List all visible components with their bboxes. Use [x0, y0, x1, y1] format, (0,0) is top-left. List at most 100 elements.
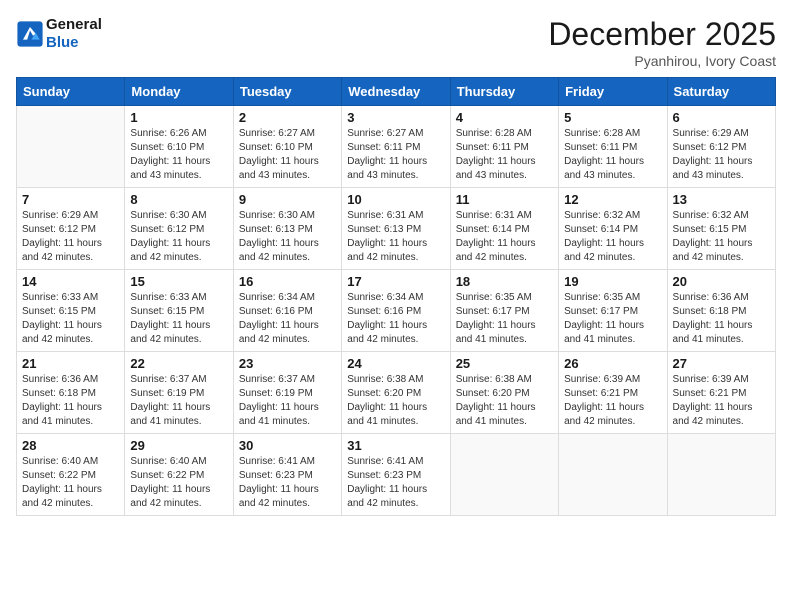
- day-number: 22: [130, 356, 227, 371]
- day-number: 4: [456, 110, 553, 125]
- day-info: Sunrise: 6:35 AMSunset: 6:17 PMDaylight:…: [564, 291, 661, 347]
- day-number: 30: [239, 438, 336, 453]
- day-number: 17: [347, 274, 444, 289]
- day-number: 8: [130, 192, 227, 207]
- day-info: Sunrise: 6:41 AMSunset: 6:23 PMDaylight:…: [239, 455, 336, 511]
- calendar-cell: 14Sunrise: 6:33 AMSunset: 6:15 PMDayligh…: [17, 270, 125, 352]
- day-number: 13: [673, 192, 770, 207]
- day-number: 26: [564, 356, 661, 371]
- day-info: Sunrise: 6:26 AMSunset: 6:10 PMDaylight:…: [130, 127, 227, 183]
- calendar-cell: 20Sunrise: 6:36 AMSunset: 6:18 PMDayligh…: [667, 270, 775, 352]
- day-info: Sunrise: 6:41 AMSunset: 6:23 PMDaylight:…: [347, 455, 444, 511]
- day-number: 27: [673, 356, 770, 371]
- day-info: Sunrise: 6:30 AMSunset: 6:12 PMDaylight:…: [130, 209, 227, 265]
- day-info: Sunrise: 6:29 AMSunset: 6:12 PMDaylight:…: [22, 209, 119, 265]
- day-info: Sunrise: 6:34 AMSunset: 6:16 PMDaylight:…: [239, 291, 336, 347]
- calendar-cell: [17, 106, 125, 188]
- calendar-cell: 24 Sunrise: 6:38 AMSunset: 6:20 PMDayligh…: [342, 352, 450, 434]
- calendar-cell: 15 Sunrise: 6:33 AMSunset: 6:15 PMDayligh…: [125, 270, 233, 352]
- logo-line1: General: [46, 16, 102, 34]
- day-number: 24: [347, 356, 444, 371]
- week-row-1: 1 Sunrise: 6:26 AMSunset: 6:10 PMDaylight…: [17, 106, 776, 188]
- calendar-cell: 25 Sunrise: 6:38 AMSunset: 6:20 PMDayligh…: [450, 352, 558, 434]
- day-info: Sunrise: 6:31 AMSunset: 6:14 PMDaylight:…: [456, 209, 553, 265]
- month-title: December 2025: [548, 16, 776, 53]
- day-info: Sunrise: 6:40 AMSunset: 6:22 PMDaylight:…: [130, 455, 227, 511]
- calendar-cell: 2 Sunrise: 6:27 AMSunset: 6:10 PMDaylight…: [233, 106, 341, 188]
- day-info: Sunrise: 6:34 AMSunset: 6:16 PMDaylight:…: [347, 291, 444, 347]
- calendar-cell: 29 Sunrise: 6:40 AMSunset: 6:22 PMDayligh…: [125, 434, 233, 516]
- calendar-cell: [667, 434, 775, 516]
- day-info: Sunrise: 6:27 AMSunset: 6:11 PMDaylight:…: [347, 127, 444, 183]
- day-number: 6: [673, 110, 770, 125]
- day-number: 18: [456, 274, 553, 289]
- day-info: Sunrise: 6:32 AMSunset: 6:14 PMDaylight:…: [564, 209, 661, 265]
- column-header-wednesday: Wednesday: [342, 78, 450, 106]
- location: Pyanhirou, Ivory Coast: [548, 53, 776, 69]
- calendar-cell: 17 Sunrise: 6:34 AMSunset: 6:16 PMDayligh…: [342, 270, 450, 352]
- day-number: 1: [130, 110, 227, 125]
- calendar-cell: 22 Sunrise: 6:37 AMSunset: 6:19 PMDayligh…: [125, 352, 233, 434]
- day-info: Sunrise: 6:35 AMSunset: 6:17 PMDaylight:…: [456, 291, 553, 347]
- day-number: 9: [239, 192, 336, 207]
- week-row-4: 21 Sunrise: 6:36 AMSunset: 6:18 PMDayligh…: [17, 352, 776, 434]
- day-info: Sunrise: 6:33 AMSunset: 6:15 PMDaylight:…: [130, 291, 227, 347]
- week-row-3: 14 Sunrise: 6:33 AMSunset: 6:15 PMDayligh…: [17, 270, 776, 352]
- day-info: Sunrise: 6:30 AMSunset: 6:13 PMDaylight:…: [239, 209, 336, 265]
- day-info: Sunrise: 6:36 AMSunset: 6:18 PMDaylight:…: [22, 373, 119, 429]
- calendar-header-row: SundayMondayTuesdayWednesdayThursdayFrid…: [17, 78, 776, 106]
- column-header-sunday: Sunday: [17, 78, 125, 106]
- day-info: Sunrise: 6:38 AMSunset: 6:20 PMDaylight:…: [456, 373, 553, 429]
- day-info: Sunrise: 6:29 AMSunset: 6:12 PMDaylight:…: [673, 127, 770, 183]
- calendar-cell: 13Sunrise: 6:32 AMSunset: 6:15 PMDayligh…: [667, 188, 775, 270]
- calendar-cell: 16Sunrise: 6:34 AMSunset: 6:16 PMDayligh…: [233, 270, 341, 352]
- day-number: 28: [22, 438, 119, 453]
- calendar-cell: 10 Sunrise: 6:31 AMSunset: 6:13 PMDayligh…: [342, 188, 450, 270]
- column-header-saturday: Saturday: [667, 78, 775, 106]
- day-number: 12: [564, 192, 661, 207]
- page-header: General Blue December 2025 Pyanhirou, Iv…: [16, 16, 776, 69]
- day-number: 14: [22, 274, 119, 289]
- calendar-cell: 9 Sunrise: 6:30 AMSunset: 6:13 PMDaylight…: [233, 188, 341, 270]
- calendar-cell: 12 Sunrise: 6:32 AMSunset: 6:14 PMDayligh…: [559, 188, 667, 270]
- day-info: Sunrise: 6:39 AMSunset: 6:21 PMDaylight:…: [564, 373, 661, 429]
- day-number: 21: [22, 356, 119, 371]
- week-row-2: 7 Sunrise: 6:29 AMSunset: 6:12 PMDaylight…: [17, 188, 776, 270]
- column-header-tuesday: Tuesday: [233, 78, 341, 106]
- calendar-cell: 5Sunrise: 6:28 AMSunset: 6:11 PMDaylight…: [559, 106, 667, 188]
- day-info: Sunrise: 6:37 AMSunset: 6:19 PMDaylight:…: [130, 373, 227, 429]
- calendar-cell: 19 Sunrise: 6:35 AMSunset: 6:17 PMDayligh…: [559, 270, 667, 352]
- day-info: Sunrise: 6:40 AMSunset: 6:22 PMDaylight:…: [22, 455, 119, 511]
- column-header-friday: Friday: [559, 78, 667, 106]
- title-block: December 2025 Pyanhirou, Ivory Coast: [548, 16, 776, 69]
- calendar-cell: 11Sunrise: 6:31 AMSunset: 6:14 PMDayligh…: [450, 188, 558, 270]
- calendar-table: SundayMondayTuesdayWednesdayThursdayFrid…: [16, 77, 776, 516]
- calendar-cell: 8 Sunrise: 6:30 AMSunset: 6:12 PMDaylight…: [125, 188, 233, 270]
- week-row-5: 28 Sunrise: 6:40 AMSunset: 6:22 PMDayligh…: [17, 434, 776, 516]
- calendar-cell: [559, 434, 667, 516]
- calendar-cell: 28 Sunrise: 6:40 AMSunset: 6:22 PMDayligh…: [17, 434, 125, 516]
- day-info: Sunrise: 6:31 AMSunset: 6:13 PMDaylight:…: [347, 209, 444, 265]
- day-number: 2: [239, 110, 336, 125]
- calendar-cell: 1 Sunrise: 6:26 AMSunset: 6:10 PMDaylight…: [125, 106, 233, 188]
- calendar-cell: 3Sunrise: 6:27 AMSunset: 6:11 PMDaylight…: [342, 106, 450, 188]
- day-number: 20: [673, 274, 770, 289]
- day-number: 29: [130, 438, 227, 453]
- calendar-cell: 26 Sunrise: 6:39 AMSunset: 6:21 PMDayligh…: [559, 352, 667, 434]
- day-number: 10: [347, 192, 444, 207]
- day-number: 25: [456, 356, 553, 371]
- day-info: Sunrise: 6:39 AMSunset: 6:21 PMDaylight:…: [673, 373, 770, 429]
- column-header-thursday: Thursday: [450, 78, 558, 106]
- day-number: 15: [130, 274, 227, 289]
- day-number: 23: [239, 356, 336, 371]
- calendar-cell: [450, 434, 558, 516]
- calendar-cell: 4Sunrise: 6:28 AMSunset: 6:11 PMDaylight…: [450, 106, 558, 188]
- calendar-cell: 30 Sunrise: 6:41 AMSunset: 6:23 PMDayligh…: [233, 434, 341, 516]
- day-number: 19: [564, 274, 661, 289]
- calendar-cell: 27 Sunrise: 6:39 AMSunset: 6:21 PMDayligh…: [667, 352, 775, 434]
- day-number: 7: [22, 192, 119, 207]
- calendar-cell: 6 Sunrise: 6:29 AMSunset: 6:12 PMDaylight…: [667, 106, 775, 188]
- calendar-cell: 18 Sunrise: 6:35 AMSunset: 6:17 PMDayligh…: [450, 270, 558, 352]
- day-info: Sunrise: 6:38 AMSunset: 6:20 PMDaylight:…: [347, 373, 444, 429]
- day-info: Sunrise: 6:27 AMSunset: 6:10 PMDaylight:…: [239, 127, 336, 183]
